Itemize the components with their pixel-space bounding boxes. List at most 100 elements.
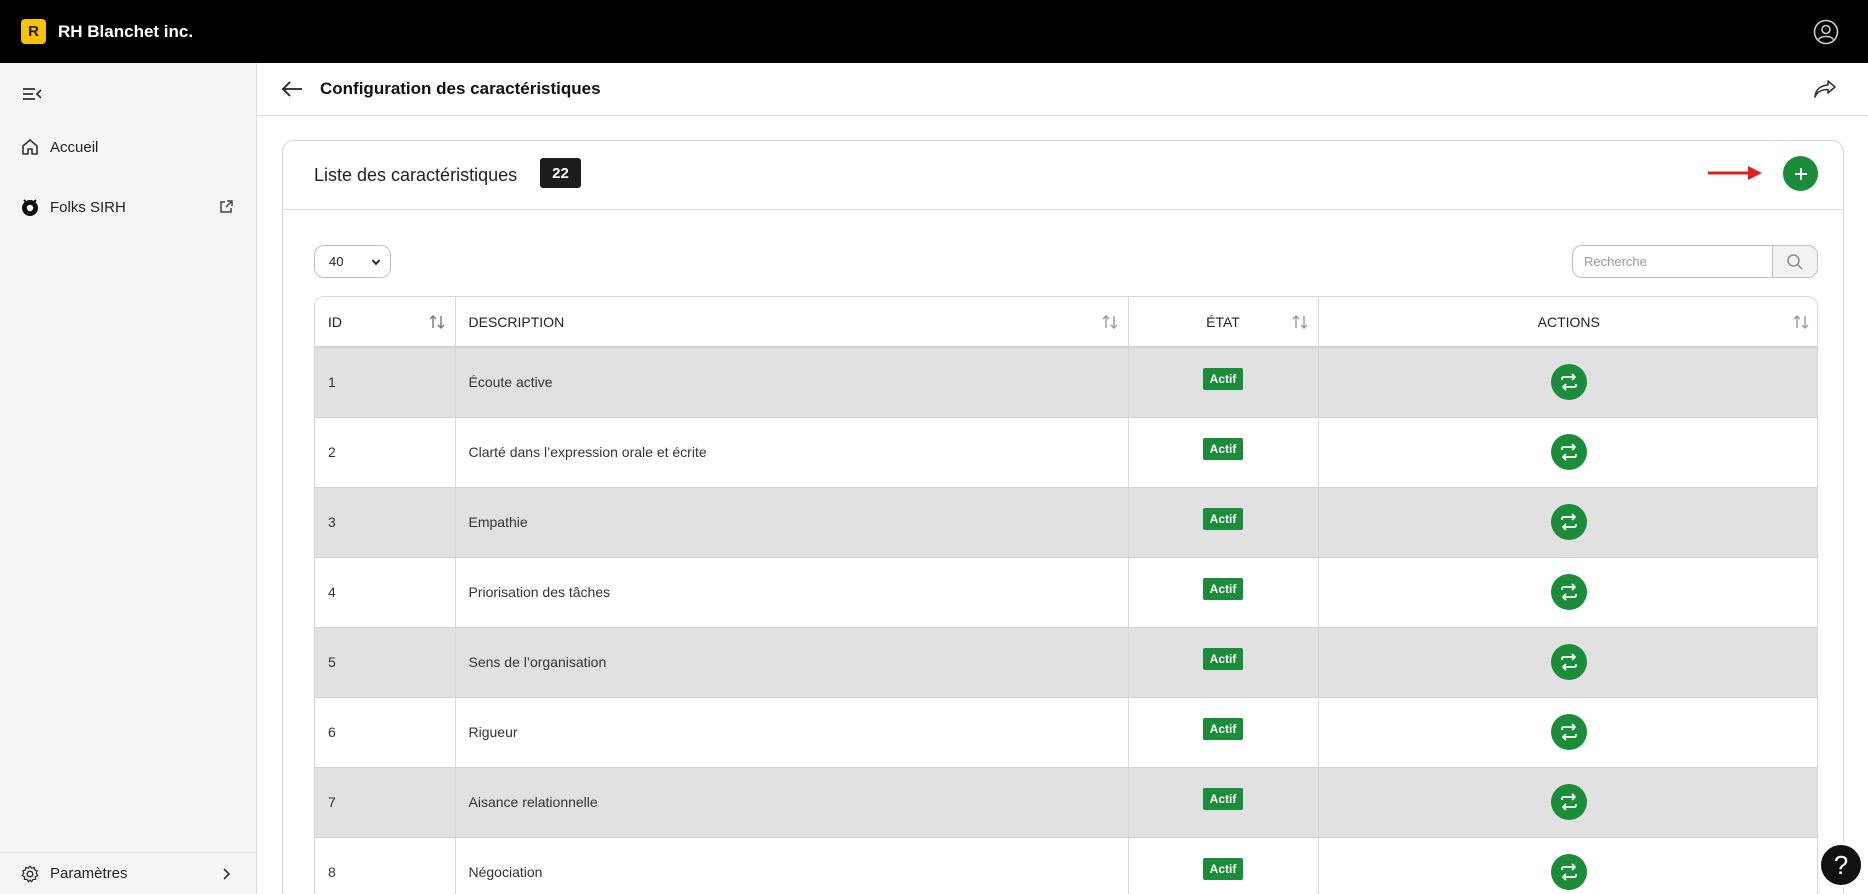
cell-status: Actif <box>1128 627 1319 698</box>
cell-description: Écoute active <box>455 347 1129 418</box>
page-size-value: 40 <box>329 254 344 269</box>
cell-status: Actif <box>1128 347 1319 418</box>
column-header-actions[interactable]: ACTIONS <box>1318 297 1817 348</box>
table-row: 1 Écoute active Actif <box>315 347 1817 418</box>
sort-icon[interactable] <box>1792 314 1810 330</box>
cell-description: Rigueur <box>455 697 1129 768</box>
sort-icon[interactable] <box>428 314 446 330</box>
sidebar-item-label: Accueil <box>50 138 99 156</box>
cell-actions <box>1318 627 1817 698</box>
toggle-status-button[interactable] <box>1550 784 1587 820</box>
cell-id: 8 <box>315 837 456 894</box>
characteristics-card: Liste des caractéristiques 22 40 Recherc… <box>282 140 1844 894</box>
table-row: 7 Aisance relationnelle Actif <box>315 767 1817 838</box>
annotation-arrow-icon <box>1708 166 1762 180</box>
help-button[interactable]: ? <box>1819 843 1863 887</box>
cell-description: Aisance relationnelle <box>455 767 1129 838</box>
status-badge: Actif <box>1202 788 1244 811</box>
cell-status: Actif <box>1128 767 1319 838</box>
sidebar-item-accueil[interactable]: Accueil <box>0 129 256 165</box>
cell-actions <box>1318 767 1817 838</box>
sidebar-item-parametres[interactable]: Paramètres <box>0 852 256 894</box>
toggle-status-button[interactable] <box>1550 574 1587 610</box>
gear-icon <box>21 864 39 882</box>
status-badge: Actif <box>1202 578 1244 601</box>
column-header-id[interactable]: ID <box>315 297 456 348</box>
sidebar-item-label: Paramètres <box>50 865 128 882</box>
card-header: Liste des caractéristiques 22 <box>283 141 1843 210</box>
column-header-description[interactable]: DESCRIPTION <box>455 297 1129 348</box>
list-title: Liste des caractéristiques <box>314 165 518 185</box>
folks-logo-icon <box>22 199 38 216</box>
cell-actions <box>1318 347 1817 418</box>
column-header-etat[interactable]: ÉTAT <box>1128 297 1319 348</box>
table-header-row: ID DESCRIPTION ÉTAT ACTIONS <box>315 297 1817 348</box>
chevron-down-icon <box>371 259 381 266</box>
cell-status: Actif <box>1128 837 1319 894</box>
cell-actions <box>1318 557 1817 628</box>
cell-id: 4 <box>315 557 456 628</box>
toggle-status-button[interactable] <box>1550 504 1587 540</box>
collapse-sidebar-icon[interactable] <box>21 85 43 103</box>
status-badge: Actif <box>1202 368 1244 391</box>
sort-icon[interactable] <box>1291 314 1309 330</box>
toggle-status-button[interactable] <box>1550 434 1587 470</box>
cell-actions <box>1318 697 1817 768</box>
cell-id: 5 <box>315 627 456 698</box>
swap-arrows-icon <box>1560 513 1577 531</box>
user-account-icon[interactable] <box>1813 19 1839 45</box>
cell-id: 2 <box>315 417 456 488</box>
cell-status: Actif <box>1128 487 1319 558</box>
cell-actions <box>1318 487 1817 558</box>
home-icon <box>22 139 38 155</box>
sidebar: Accueil Folks SIRH Paramètres <box>0 63 257 894</box>
toggle-status-button[interactable] <box>1550 714 1587 750</box>
status-badge: Actif <box>1202 648 1244 671</box>
cell-actions <box>1318 417 1817 488</box>
share-icon[interactable] <box>1812 77 1838 101</box>
status-badge: Actif <box>1202 438 1244 461</box>
table-row: 3 Empathie Actif <box>315 487 1817 558</box>
company-logo: R <box>21 19 46 44</box>
cell-description: Négociation <box>455 837 1129 894</box>
page-size-select[interactable]: 40 <box>314 245 391 278</box>
toggle-status-button[interactable] <box>1550 364 1587 401</box>
swap-arrows-icon <box>1560 863 1577 881</box>
page-header: Configuration des caractéristiques <box>257 63 1868 116</box>
page-title: Configuration des caractéristiques <box>320 79 601 98</box>
search-button[interactable] <box>1772 245 1818 278</box>
swap-arrows-icon <box>1560 373 1577 391</box>
sort-icon[interactable] <box>1101 314 1119 330</box>
toggle-status-button[interactable] <box>1550 644 1587 680</box>
cell-id: 7 <box>315 767 456 838</box>
cell-status: Actif <box>1128 557 1319 628</box>
swap-arrows-icon <box>1560 443 1577 461</box>
cell-status: Actif <box>1128 697 1319 768</box>
table-row: 6 Rigueur Actif <box>315 697 1817 768</box>
sidebar-item-folks-sirh[interactable]: Folks SIRH <box>0 189 256 225</box>
status-badge: Actif <box>1202 858 1244 881</box>
top-bar: R RH Blanchet inc. <box>0 0 1868 63</box>
cell-status: Actif <box>1128 417 1319 488</box>
cell-description: Sens de l’organisation <box>455 627 1129 698</box>
cell-actions <box>1318 837 1817 894</box>
back-arrow-icon[interactable] <box>280 78 304 100</box>
cell-id: 1 <box>315 347 456 418</box>
company-name: RH Blanchet inc. <box>58 21 194 41</box>
main-content: Configuration des caractéristiques Liste… <box>257 63 1868 894</box>
cell-description: Empathie <box>455 487 1129 558</box>
table-row: 8 Négociation Actif <box>315 837 1817 894</box>
swap-arrows-icon <box>1560 723 1577 741</box>
count-badge: 22 <box>540 158 581 188</box>
chevron-right-icon <box>223 867 231 880</box>
toggle-status-button[interactable] <box>1550 854 1587 890</box>
cell-description: Clarté dans l’expression orale et écrite <box>455 417 1129 488</box>
status-badge: Actif <box>1202 718 1244 741</box>
cell-id: 6 <box>315 697 456 768</box>
search-input[interactable] <box>1572 245 1772 278</box>
add-characteristic-button[interactable] <box>1783 156 1818 191</box>
swap-arrows-icon <box>1560 793 1577 811</box>
external-link-icon <box>220 200 233 213</box>
characteristics-table: ID DESCRIPTION ÉTAT ACTIONS 1 Écoute act… <box>314 296 1818 894</box>
cell-description: Priorisation des tâches <box>455 557 1129 628</box>
